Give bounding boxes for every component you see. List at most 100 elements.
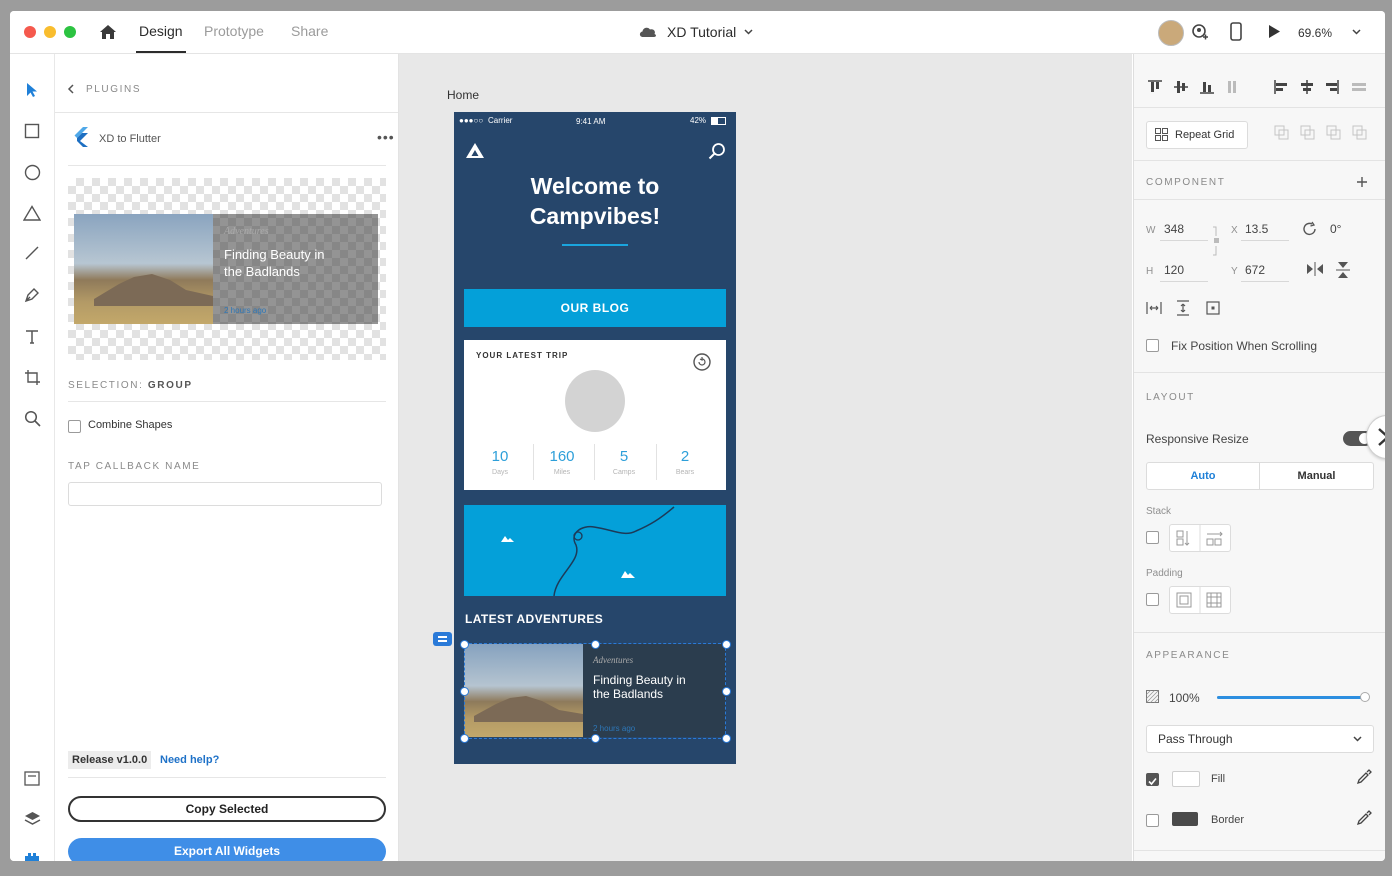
padding-checkbox[interactable] <box>1146 593 1159 606</box>
export-all-widgets-button[interactable]: Export All Widgets <box>68 838 386 861</box>
align-vertical-icons[interactable] <box>1148 80 1260 94</box>
copy-selected-button[interactable]: Copy Selected <box>68 796 386 822</box>
x-value[interactable]: 13.5 <box>1245 222 1268 236</box>
manual-resize-tab[interactable]: Manual <box>1260 463 1373 489</box>
minimize-window-button[interactable] <box>44 26 56 38</box>
rotate-icon <box>1303 221 1316 236</box>
artboard-tool[interactable] <box>22 367 42 387</box>
y-value[interactable]: 672 <box>1245 263 1265 277</box>
fill-checkbox[interactable] <box>1146 773 1159 786</box>
status-time: 9:41 AM <box>576 117 606 126</box>
resize-handle[interactable] <box>591 640 600 649</box>
rotation-value[interactable]: 0° <box>1330 222 1341 236</box>
need-help-link[interactable]: Need help? <box>160 754 219 766</box>
refresh-icon[interactable] <box>692 352 712 372</box>
resize-handle[interactable] <box>460 640 469 649</box>
plugins-panel-toggle[interactable] <box>22 849 42 861</box>
component-badge-icon[interactable] <box>433 632 452 646</box>
opacity-slider-thumb[interactable] <box>1360 692 1370 702</box>
repeat-grid-button[interactable]: Repeat Grid <box>1146 121 1248 149</box>
pointer-icon <box>27 83 37 97</box>
selection-bounds[interactable] <box>464 643 726 739</box>
distribute-vertical-icon[interactable] <box>1176 300 1190 316</box>
home-icon[interactable] <box>99 24 117 40</box>
zoom-level[interactable]: 69.6% <box>1298 26 1332 40</box>
battery-icon <box>711 117 726 125</box>
text-tool[interactable] <box>22 326 42 346</box>
search-icon[interactable] <box>708 142 726 160</box>
auto-resize-tab[interactable]: Auto <box>1147 463 1259 489</box>
resize-handle[interactable] <box>460 734 469 743</box>
height-value[interactable]: 120 <box>1164 263 1184 277</box>
boolean-ops-icons[interactable] <box>1274 125 1374 141</box>
tool-rail <box>10 54 55 861</box>
tab-prototype[interactable]: Prototype <box>204 23 264 39</box>
fill-swatch[interactable] <box>1172 771 1200 787</box>
pen-tool[interactable] <box>22 285 42 305</box>
resize-handle[interactable] <box>460 687 469 696</box>
close-window-button[interactable] <box>24 26 36 38</box>
resize-handle[interactable] <box>722 734 731 743</box>
user-sharing-icon[interactable] <box>1191 23 1209 41</box>
opacity-slider[interactable] <box>1217 692 1370 702</box>
combine-shapes-checkbox[interactable] <box>68 420 81 433</box>
add-component-icon[interactable] <box>1356 176 1368 188</box>
back-chevron-icon[interactable] <box>67 84 74 94</box>
zoom-tool[interactable] <box>22 408 42 428</box>
stack-direction-icons <box>1176 525 1223 551</box>
combine-shapes-label: Combine Shapes <box>88 419 173 431</box>
plugins-back-label[interactable]: PLUGINS <box>86 84 141 95</box>
pen-icon <box>24 288 39 303</box>
play-icon[interactable] <box>1267 24 1281 39</box>
resize-handle[interactable] <box>591 734 600 743</box>
assets-panel-toggle[interactable] <box>22 768 42 788</box>
tab-share[interactable]: Share <box>291 23 328 39</box>
our-blog-button[interactable]: OUR BLOG <box>464 289 726 327</box>
resize-handle[interactable] <box>722 640 731 649</box>
plugin-more-menu-icon[interactable]: ••• <box>377 129 395 145</box>
device-preview-icon[interactable] <box>1230 22 1242 41</box>
stat-camps-label: Camps <box>612 469 636 476</box>
flip-horizontal-icon[interactable] <box>1306 262 1324 276</box>
select-tool[interactable] <box>22 80 42 100</box>
welcome-title-line1: Welcome to <box>530 173 660 199</box>
fix-position-checkbox[interactable] <box>1146 339 1159 352</box>
chevron-down-icon[interactable] <box>744 29 753 35</box>
rectangle-tool[interactable] <box>22 121 42 141</box>
layers-panel-toggle[interactable] <box>22 809 42 829</box>
panel-expand-button[interactable] <box>1366 415 1385 459</box>
fixed-position-icon[interactable] <box>1206 301 1220 315</box>
align-horizontal-icons[interactable] <box>1274 80 1374 94</box>
width-value[interactable]: 348 <box>1164 222 1184 236</box>
border-swatch[interactable] <box>1172 812 1198 826</box>
resize-handle[interactable] <box>722 687 731 696</box>
zoom-chevron-icon[interactable] <box>1352 29 1361 35</box>
mountain-shape <box>94 274 213 306</box>
stack-checkbox[interactable] <box>1146 531 1159 544</box>
status-battery: 42% <box>690 116 707 125</box>
blend-mode-select[interactable]: Pass Through <box>1146 725 1374 753</box>
lock-aspect-icon[interactable] <box>1212 226 1220 256</box>
polygon-tool[interactable] <box>22 203 42 223</box>
trip-map[interactable] <box>464 505 726 596</box>
distribute-horizontal-icon[interactable] <box>1146 301 1162 315</box>
design-canvas[interactable]: Home ●●●○○ Carrier 9:41 AM 42% Welcome t… <box>399 54 1132 861</box>
eyedropper-icon[interactable] <box>1356 810 1372 826</box>
document-title[interactable]: XD Tutorial <box>667 24 736 40</box>
tap-callback-input[interactable] <box>68 482 382 506</box>
flip-vertical-icon[interactable] <box>1336 261 1350 279</box>
line-tool[interactable] <box>22 243 42 263</box>
y-label: Y <box>1231 266 1238 277</box>
eyedropper-icon[interactable] <box>1356 769 1372 785</box>
ellipse-tool[interactable] <box>22 162 42 182</box>
tab-design[interactable]: Design <box>139 23 183 39</box>
user-avatar[interactable] <box>1158 20 1184 46</box>
artboard-name[interactable]: Home <box>447 88 479 102</box>
zoom-window-button[interactable] <box>64 26 76 38</box>
padding-mode-buttons[interactable] <box>1169 586 1231 614</box>
border-checkbox[interactable] <box>1146 814 1159 827</box>
latest-trip-card[interactable]: YOUR LATEST TRIP 10 Days 160 Miles 5 Cam… <box>464 340 726 490</box>
stack-direction-buttons[interactable] <box>1169 524 1231 552</box>
width-label: W <box>1146 225 1156 236</box>
opacity-value[interactable]: 100% <box>1169 691 1200 705</box>
